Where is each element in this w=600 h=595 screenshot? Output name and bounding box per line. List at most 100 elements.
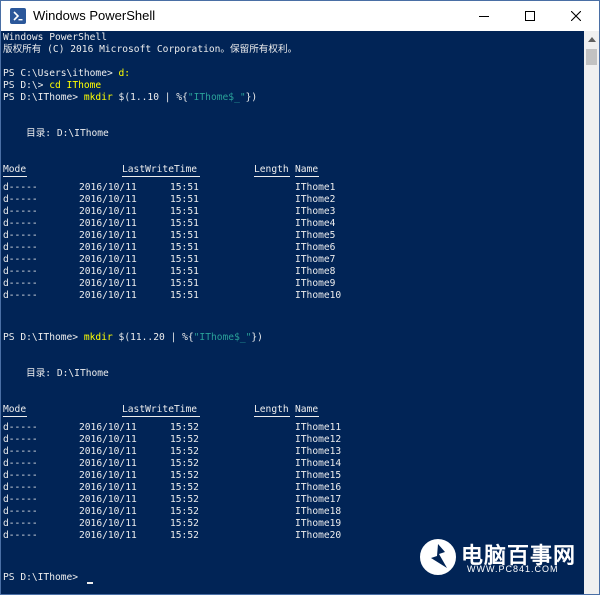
command-text: d: [118,68,131,79]
row-name: IThome10 [295,290,342,301]
row-name: IThome11 [295,422,342,433]
row-date: 2016/10/11 [79,206,137,217]
row-time: 15:51 [170,278,199,289]
row-mode: d----- [3,278,38,289]
row-mode: d----- [3,230,38,241]
command-text: mkdir [83,332,113,343]
row-date: 2016/10/11 [79,266,137,277]
row-name: IThome1 [295,182,336,193]
row-date: 2016/10/11 [79,506,137,517]
row-date: 2016/10/11 [79,242,137,253]
row-mode: d----- [3,206,38,217]
row-date: 2016/10/11 [79,254,137,265]
row-time: 15:52 [170,530,199,541]
close-button[interactable] [553,1,599,31]
banner-line: Windows PowerShell [3,32,107,43]
column-header-length: Length [254,404,289,415]
minimize-button[interactable] [461,1,507,31]
command-line: PS D:\IThome> mkdir $(11..20 | %{"IThome… [3,332,263,344]
row-mode: d----- [3,218,38,229]
powershell-icon[interactable] [10,8,26,24]
maximize-button[interactable] [507,1,553,31]
console-output[interactable]: Windows PowerShell 版权所有 (C) 2016 Microso… [1,31,584,594]
row-time: 15:51 [170,266,199,277]
command-text: cd IThome [49,80,102,91]
command-line: PS D:\> cd IThome [3,80,101,92]
row-name: IThome15 [295,470,342,481]
window-title: Windows PowerShell [33,8,156,23]
row-date: 2016/10/11 [79,470,137,481]
row-name: IThome20 [295,530,342,541]
row-time: 15:52 [170,518,199,529]
row-mode: d----- [3,518,38,529]
row-date: 2016/10/11 [79,278,137,289]
row-name: IThome9 [295,278,336,289]
row-time: 15:51 [170,182,199,193]
column-header-length: Length [254,164,289,175]
row-mode: d----- [3,194,38,205]
directory-label: 目录: D:\IThome [3,128,109,139]
command-text: mkdir [83,92,113,103]
maximize-icon [525,11,535,21]
column-header-mode: Mode [3,164,27,175]
column-header-lastwritetime: LastWriteTime [122,164,198,175]
column-header-lastwritetime: LastWriteTime [122,404,198,415]
row-date: 2016/10/11 [79,494,137,505]
row-time: 15:51 [170,206,199,217]
header-underline [295,176,319,177]
row-name: IThome2 [295,194,336,205]
row-name: IThome12 [295,434,342,445]
title-bar[interactable]: Windows PowerShell [1,1,599,31]
row-time: 15:52 [170,422,199,433]
row-time: 15:51 [170,254,199,265]
close-icon [571,11,581,21]
row-mode: d----- [3,458,38,469]
row-name: IThome3 [295,206,336,217]
header-underline [254,176,290,177]
chevron-up-icon [587,36,596,42]
row-date: 2016/10/11 [79,290,137,301]
row-mode: d----- [3,470,38,481]
row-mode: d----- [3,506,38,517]
row-name: IThome7 [295,254,336,265]
row-name: IThome6 [295,242,336,253]
prompt: PS D:\IThome> [3,92,84,103]
row-time: 15:52 [170,470,199,481]
command-args: }) [251,332,263,343]
column-header-name: Name [295,404,319,415]
header-underline [122,176,200,177]
row-time: 15:52 [170,482,199,493]
row-time: 15:51 [170,230,199,241]
row-time: 15:52 [170,446,199,457]
row-mode: d----- [3,434,38,445]
prompt: PS D:\IThome> [3,572,84,583]
row-mode: d----- [3,422,38,433]
row-mode: d----- [3,290,38,301]
row-time: 15:52 [170,458,199,469]
row-time: 15:51 [170,218,199,229]
row-date: 2016/10/11 [79,446,137,457]
header-underline [3,176,27,177]
row-mode: d----- [3,266,38,277]
row-name: IThome16 [295,482,342,493]
copyright-line: 版权所有 (C) 2016 Microsoft Corporation。保留所有… [3,44,298,55]
row-name: IThome5 [295,230,336,241]
command-args: }) [245,92,258,103]
column-header-mode: Mode [3,404,27,415]
row-date: 2016/10/11 [79,182,137,193]
row-date: 2016/10/11 [79,194,137,205]
row-name: IThome8 [295,266,336,277]
row-date: 2016/10/11 [79,518,137,529]
vertical-scrollbar[interactable] [584,31,599,594]
command-args: $(1..10 | %{ [112,92,188,103]
pc841-logo-icon [420,539,456,575]
scroll-thumb[interactable] [586,49,597,65]
row-mode: d----- [3,254,38,265]
row-date: 2016/10/11 [79,458,137,469]
header-underline [122,416,200,417]
command-line: PS C:\Users\ithome> d: [3,68,130,80]
row-time: 15:52 [170,434,199,445]
scroll-up-button[interactable] [584,31,599,47]
row-name: IThome19 [295,518,342,529]
row-name: IThome4 [295,218,336,229]
